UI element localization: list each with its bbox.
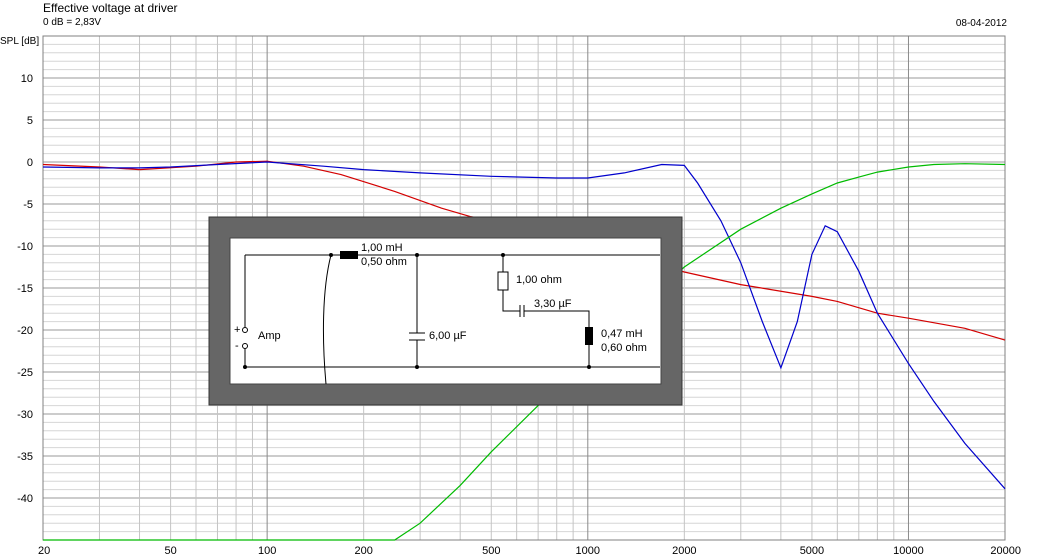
inductor1-symbol bbox=[340, 251, 358, 259]
x-tick-label: 50 bbox=[164, 545, 176, 557]
y-tick-label: -30 bbox=[17, 409, 33, 421]
x-tick-label: 200 bbox=[354, 545, 372, 557]
crossover-schematic: + - Amp 1,00 mH 0,50 ohm 6,00 µF 1,00 oh… bbox=[208, 216, 683, 406]
x-tick-label: 500 bbox=[482, 545, 500, 557]
terminal-minus bbox=[242, 343, 248, 349]
x-tick-labels: 20 50 100 200 500 1000 2000 5000 10000 20000 bbox=[38, 545, 1021, 557]
x-tick-label: 1000 bbox=[576, 545, 600, 557]
capacitor1-value: 6,00 µF bbox=[429, 330, 467, 342]
terminal-plus-label: + bbox=[234, 324, 240, 336]
capacitor2-value: 3,30 µF bbox=[534, 298, 572, 310]
y-tick-label: -40 bbox=[17, 493, 33, 505]
node-dot bbox=[329, 253, 333, 257]
y-axis-label: SPL [dB] bbox=[0, 36, 40, 47]
x-tick-label: 10000 bbox=[893, 545, 924, 557]
node-dot bbox=[415, 365, 419, 369]
y-tick-label: -5 bbox=[23, 199, 33, 211]
resistor-value: 1,00 ohm bbox=[516, 274, 562, 286]
y-tick-label: 0 bbox=[27, 157, 33, 169]
chart-title: Effective voltage at driver bbox=[43, 1, 178, 15]
node-dot bbox=[501, 253, 505, 257]
x-tick-label: 20000 bbox=[990, 545, 1021, 557]
resistor-symbol bbox=[497, 271, 509, 291]
node-dot bbox=[587, 365, 591, 369]
schematic-panel bbox=[229, 237, 662, 385]
node-dot bbox=[415, 253, 419, 257]
inductor1-value: 1,00 mH bbox=[361, 242, 403, 254]
inductor2-symbol bbox=[585, 327, 593, 345]
terminal-minus-label: - bbox=[235, 340, 239, 352]
x-tick-label: 2000 bbox=[672, 545, 696, 557]
y-tick-labels: 10 5 0 -5 -10 -15 -20 -25 -30 -35 -40 bbox=[17, 73, 33, 505]
chart-date: 08-04-2012 bbox=[955, 18, 1007, 29]
chart-subtitle: 0 dB = 2,83V bbox=[43, 17, 102, 28]
x-tick-label: 20 bbox=[38, 545, 50, 557]
chart-area: 1050-5-10-15-20-25-30-35-40 20 50 100 200 50… bbox=[17, 35, 1021, 557]
y-tick-label: -15 bbox=[17, 283, 33, 295]
inductor1-resistance: 0,50 ohm bbox=[361, 256, 407, 268]
y-tick-label: 5 bbox=[27, 115, 33, 127]
y-tick-label: -10 bbox=[17, 241, 33, 253]
inductor2-resistance: 0,60 ohm bbox=[601, 342, 647, 354]
x-tick-label: 5000 bbox=[800, 545, 824, 557]
y-tick-label: -35 bbox=[17, 451, 33, 463]
y-tick-label: 10 bbox=[21, 73, 33, 85]
amp-label: Amp bbox=[258, 330, 281, 342]
y-tick-label: -20 bbox=[17, 325, 33, 337]
x-tick-label: 100 bbox=[258, 545, 276, 557]
inductor2-value: 0,47 mH bbox=[601, 328, 643, 340]
terminal-plus bbox=[242, 327, 248, 333]
y-tick-label: -25 bbox=[17, 367, 33, 379]
node-dot bbox=[243, 365, 247, 369]
